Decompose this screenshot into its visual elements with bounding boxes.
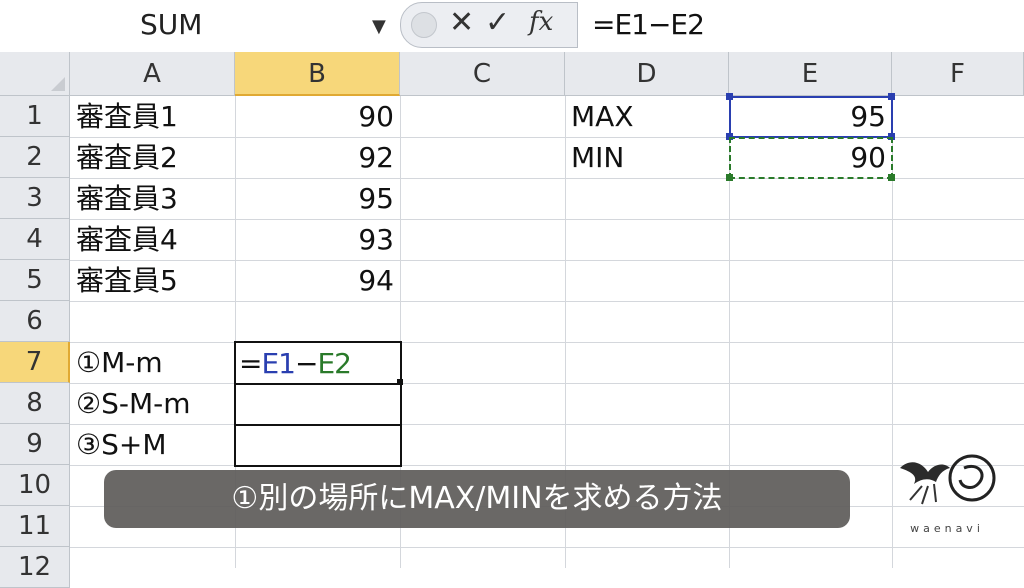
- row-header-8[interactable]: 8: [0, 383, 70, 424]
- row-header-10[interactable]: 10: [0, 465, 70, 506]
- column-header-d[interactable]: D: [565, 52, 729, 96]
- column-header-f[interactable]: F: [892, 52, 1024, 96]
- gridline: [70, 465, 1024, 466]
- column-header-a[interactable]: A: [70, 52, 235, 96]
- row-header-2[interactable]: 2: [0, 137, 70, 178]
- cell-a7[interactable]: ①M-m: [70, 342, 235, 383]
- gridline: [70, 301, 1024, 302]
- cell-a3[interactable]: 審査員3: [70, 178, 235, 219]
- waenavi-logo: waenavi: [892, 448, 1002, 544]
- cell-a8[interactable]: ②S-M-m: [70, 383, 235, 424]
- row-header-9[interactable]: 9: [0, 424, 70, 465]
- select-all-corner[interactable]: [0, 52, 70, 96]
- column-header-c[interactable]: C: [400, 52, 565, 96]
- row-header-5[interactable]: 5: [0, 260, 70, 301]
- cell-editor[interactable]: =E1−E2: [236, 343, 400, 384]
- cell-b2[interactable]: 92: [235, 137, 400, 178]
- reference-highlight-e2: [729, 137, 893, 179]
- formula-ref-e1: E1: [261, 347, 296, 380]
- cell-b1[interactable]: 90: [235, 96, 400, 137]
- function-icon[interactable]: fx: [529, 7, 553, 37]
- cell-a9[interactable]: ③S+M: [70, 424, 235, 465]
- cell-b3[interactable]: 95: [235, 178, 400, 219]
- cell-b8[interactable]: [234, 383, 402, 426]
- reference-handle[interactable]: [888, 174, 895, 181]
- row-header-1[interactable]: 1: [0, 96, 70, 137]
- logo-wordmark: waenavi: [910, 522, 984, 535]
- reference-handle[interactable]: [726, 93, 733, 100]
- row-header-7[interactable]: 7: [0, 342, 70, 383]
- enter-icon[interactable]: ✓: [485, 5, 510, 40]
- name-box[interactable]: SUM ▼: [0, 0, 396, 48]
- cell-b5[interactable]: 94: [235, 260, 400, 301]
- cancel-icon[interactable]: ✕: [449, 5, 474, 40]
- name-box-value: SUM: [140, 8, 203, 41]
- row-header-4[interactable]: 4: [0, 219, 70, 260]
- cell-a5[interactable]: 審査員5: [70, 260, 235, 301]
- cell-b9[interactable]: [234, 424, 402, 467]
- column-header-e[interactable]: E: [729, 52, 892, 96]
- row-header-3[interactable]: 3: [0, 178, 70, 219]
- gridline: [70, 547, 1024, 548]
- formula-ref-e2: E2: [317, 347, 352, 380]
- formula-input[interactable]: =E1−E2: [592, 8, 705, 41]
- row-header-11[interactable]: 11: [0, 506, 70, 547]
- column-header-b[interactable]: B: [235, 52, 400, 96]
- cell-d2[interactable]: MIN: [565, 137, 729, 178]
- caption-banner: ①別の場所にMAX/MINを求める方法: [104, 470, 850, 528]
- formula-buttons: ✕ ✓ fx: [400, 2, 578, 48]
- formula-operator: −: [294, 347, 318, 380]
- chevron-down-icon[interactable]: ▼: [372, 16, 386, 37]
- cell-a1[interactable]: 審査員1: [70, 96, 235, 137]
- formula-equals: =: [239, 347, 262, 380]
- resize-handle-icon[interactable]: [411, 12, 437, 38]
- reference-highlight-e1: [729, 96, 893, 138]
- reference-handle[interactable]: [888, 93, 895, 100]
- formula-bar: SUM ▼ ✕ ✓ fx =E1−E2: [0, 0, 1024, 53]
- cell-b4[interactable]: 93: [235, 219, 400, 260]
- reference-handle[interactable]: [726, 174, 733, 181]
- cell-a2[interactable]: 審査員2: [70, 137, 235, 178]
- active-cell-b7[interactable]: =E1−E2: [234, 341, 402, 385]
- cell-d1[interactable]: MAX: [565, 96, 729, 137]
- bird-logo-icon: [900, 454, 996, 505]
- fill-handle[interactable]: [397, 379, 403, 385]
- cell-a4[interactable]: 審査員4: [70, 219, 235, 260]
- row-header-6[interactable]: 6: [0, 301, 70, 342]
